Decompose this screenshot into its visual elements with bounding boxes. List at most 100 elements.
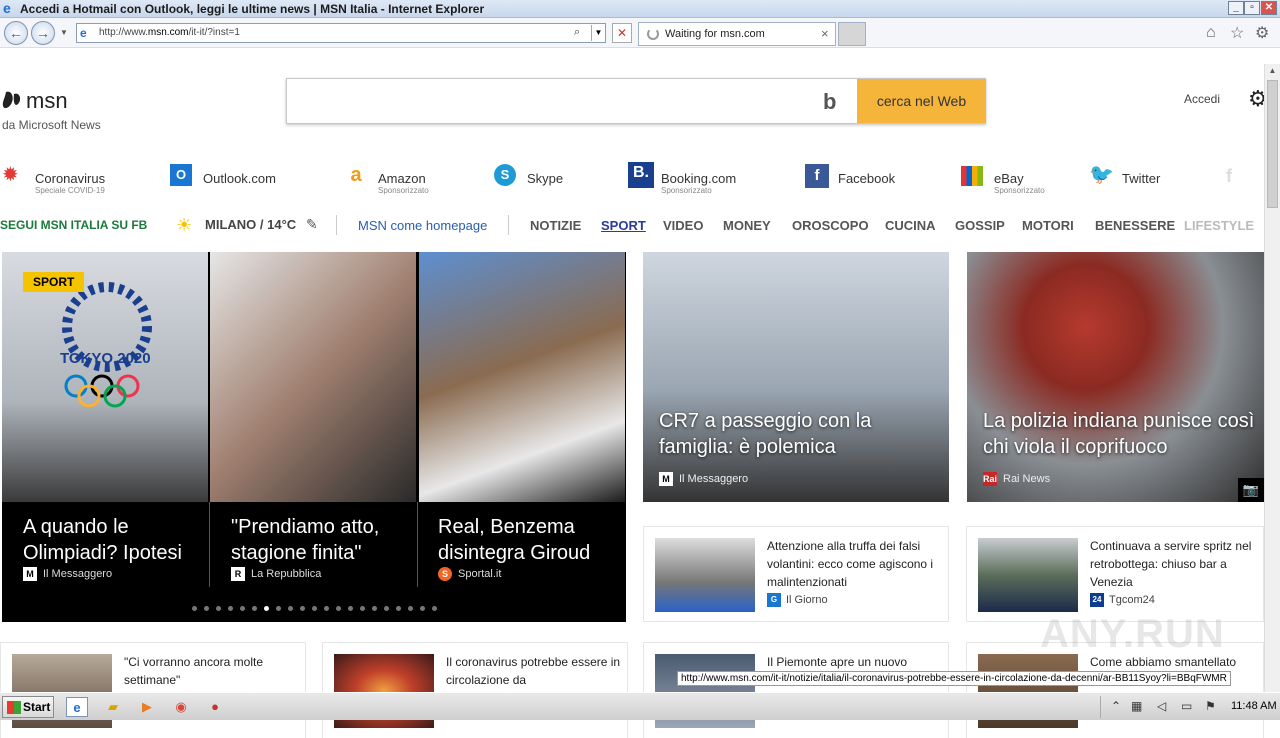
olympic-rings-icon — [64, 374, 140, 408]
search-icon[interactable]: ⌕ — [574, 26, 580, 39]
search-input[interactable] — [297, 89, 807, 113]
windows-flag-icon — [7, 701, 21, 714]
weather-location[interactable]: MILANO / 14°C — [205, 217, 296, 232]
search-web-button[interactable]: cerca nel Web — [857, 79, 986, 123]
close-window-button[interactable]: ✕ — [1261, 1, 1277, 15]
hero-image-press[interactable] — [210, 252, 416, 502]
carousel-dot[interactable] — [408, 606, 413, 611]
search-box[interactable]: b cerca nel Web — [286, 78, 986, 124]
news-card-india[interactable]: La polizia indiana punisce così chi viol… — [967, 252, 1264, 502]
camera-icon: 📷 — [1238, 478, 1264, 502]
home-icon[interactable]: ⌂ — [1206, 24, 1216, 42]
news-card-coronavirus[interactable]: Il coronavirus potrebbe essere in circol… — [322, 642, 628, 738]
taskbar-clock: 11:48 AM — [1231, 700, 1277, 712]
next-quicklink-icon[interactable]: f — [1226, 166, 1232, 187]
nav-gossip[interactable]: GOSSIP — [955, 218, 1005, 233]
nav-video[interactable]: VIDEO — [663, 218, 703, 233]
carousel-dot[interactable] — [360, 606, 365, 611]
hero-carousel: TOKYO 2020 SPORT A quando le Olimpiadi? … — [2, 252, 626, 622]
tray-flag-icon[interactable]: ⚑ — [1205, 699, 1216, 713]
card-title: Continuava a servire spritz nel retrobot… — [1090, 539, 1252, 589]
news-card-volantini[interactable]: Attenzione alla truffa dei falsi volanti… — [643, 526, 949, 622]
nav-lifestyle[interactable]: LIFESTYLE — [1184, 218, 1264, 233]
source-logo-icon: M — [659, 472, 673, 486]
hero-caption[interactable]: A quando le Olimpiadi? Ipotesi — [23, 514, 223, 566]
nav-money[interactable]: MONEY — [723, 218, 771, 233]
booking-icon: B. — [628, 162, 654, 188]
nav-sport[interactable]: SPORT — [601, 218, 646, 233]
news-card-cr7[interactable]: CR7 a passeggio con la famiglia: è polem… — [643, 252, 949, 502]
carousel-dot[interactable] — [432, 606, 437, 611]
carousel-dot[interactable] — [264, 606, 269, 611]
nav-oroscopo[interactable]: OROSCOPO — [792, 218, 869, 233]
tab-close-icon[interactable]: × — [821, 26, 829, 41]
tray-network-icon[interactable]: ▦ — [1131, 699, 1142, 713]
carousel-dot[interactable] — [300, 606, 305, 611]
carousel-dot[interactable] — [204, 606, 209, 611]
carousel-dot[interactable] — [276, 606, 281, 611]
virus-icon: ✹ — [2, 164, 19, 186]
address-dropdown-icon[interactable]: ▼ — [591, 25, 605, 41]
carousel-dot[interactable] — [228, 606, 233, 611]
back-button[interactable]: ← — [4, 21, 28, 45]
history-dropdown-icon[interactable]: ▼ — [60, 28, 68, 37]
minimize-button[interactable]: _ — [1228, 1, 1244, 15]
card-caption: CR7 a passeggio con la famiglia: è polem… — [659, 410, 872, 458]
carousel-dot[interactable] — [288, 606, 293, 611]
ie-taskbar-icon[interactable]: e — [66, 697, 88, 717]
new-tab-button[interactable] — [838, 22, 866, 46]
tab-msn[interactable]: Waiting for msn.com × — [638, 22, 836, 46]
carousel-dots[interactable] — [192, 598, 444, 616]
explorer-folder-icon[interactable]: ▰ — [102, 697, 124, 717]
opera-icon[interactable]: ● — [204, 697, 226, 717]
page-scrollbar[interactable]: ▲ — [1264, 64, 1280, 692]
nav-motori[interactable]: MOTORI — [1022, 218, 1074, 233]
carousel-dot[interactable] — [384, 606, 389, 611]
hero-image-benzema[interactable] — [419, 252, 625, 502]
nav-notizie[interactable]: NOTIZIE — [530, 218, 581, 233]
ie-logo-icon: e — [3, 0, 11, 16]
carousel-dot[interactable] — [312, 606, 317, 611]
stop-button[interactable]: ✕ — [612, 23, 632, 43]
maximize-button[interactable]: ▫ — [1244, 1, 1260, 15]
address-url[interactable]: http://www.msn.com/it-it/?inst=1 — [99, 27, 240, 38]
signin-link[interactable]: Accedi — [1184, 92, 1220, 106]
card-source: G Il Giorno — [767, 593, 828, 607]
news-card-settimane[interactable]: "Ci vorranno ancora molte settimane" — [0, 642, 306, 738]
hero-caption[interactable]: Real, Benzema disintegra Giroud — [438, 514, 626, 566]
hero-caption[interactable]: "Prendiamo atto, stagione finita" — [231, 514, 431, 566]
carousel-dot[interactable] — [396, 606, 401, 611]
carousel-dot[interactable] — [192, 606, 197, 611]
msn-butterfly-icon — [2, 91, 21, 109]
nav-cucina[interactable]: CUCINA — [885, 218, 936, 233]
carousel-dot[interactable] — [372, 606, 377, 611]
nav-benessere[interactable]: BENESSERE — [1095, 218, 1175, 233]
source-logo-icon: R — [231, 567, 245, 581]
scrollbar-thumb[interactable] — [1267, 80, 1278, 208]
carousel-dot[interactable] — [252, 606, 257, 611]
carousel-dot[interactable] — [348, 606, 353, 611]
tools-gear-icon[interactable]: ⚙ — [1255, 23, 1269, 43]
carousel-dot[interactable] — [216, 606, 221, 611]
carousel-dot[interactable] — [336, 606, 341, 611]
carousel-dot[interactable] — [240, 606, 245, 611]
carousel-dot[interactable] — [420, 606, 425, 611]
tray-volume-icon[interactable]: ◁ — [1157, 699, 1166, 713]
address-bar[interactable]: e http://www.msn.com/it-it/?inst=1 ⌕ ▼ — [76, 23, 606, 43]
tray-expand-icon[interactable]: ⌃ — [1111, 699, 1121, 713]
scroll-up-icon[interactable]: ▲ — [1265, 64, 1280, 78]
card-title: "Ci vorranno ancora molte settimane" — [124, 655, 263, 687]
start-button[interactable]: Start — [2, 696, 54, 718]
chrome-icon[interactable]: ◉ — [170, 697, 192, 717]
media-player-icon[interactable]: ▶ — [136, 697, 158, 717]
favorites-star-icon[interactable]: ☆ — [1230, 23, 1244, 43]
news-card-venezia[interactable]: Continuava a servire spritz nel retrobot… — [966, 526, 1264, 622]
carousel-dot[interactable] — [324, 606, 329, 611]
forward-button[interactable]: → — [31, 21, 55, 45]
follow-facebook-link[interactable]: SEGUI MSN ITALIA SU FB — [0, 218, 147, 232]
edit-pencil-icon[interactable]: ✎ — [306, 216, 318, 233]
news-card-piemonte[interactable]: Il Piemonte apre un nuovo — [643, 642, 949, 738]
browser-toolbar: ← → ▼ e http://www.msn.com/it-it/?inst=1… — [0, 18, 1280, 48]
tray-battery-icon[interactable]: ▭ — [1181, 699, 1192, 713]
set-homepage-link[interactable]: MSN come homepage — [358, 218, 487, 233]
